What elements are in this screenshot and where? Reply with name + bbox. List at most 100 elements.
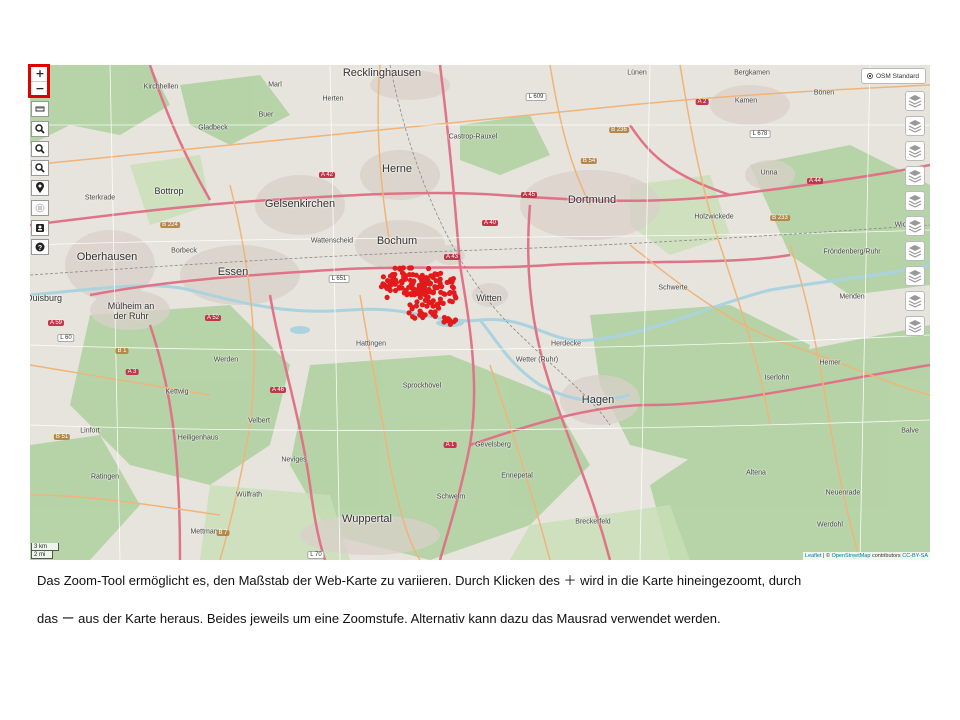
data-point-marker[interactable] [426,265,432,272]
data-point-marker[interactable] [422,312,428,318]
layers-icon [908,145,922,158]
layer-toggle-button[interactable] [905,116,925,136]
data-point-marker[interactable] [452,293,458,299]
data-point-marker[interactable] [440,300,446,306]
data-point-marker[interactable] [428,300,434,306]
road-shield: B 51 [53,434,71,440]
layer-toggle-button[interactable] [905,91,925,111]
data-point-marker[interactable] [392,281,398,287]
data-point-marker[interactable] [413,303,419,309]
data-point-marker[interactable] [403,287,409,293]
data-point-marker[interactable] [432,309,438,315]
zoom-search-button[interactable] [31,141,49,157]
data-point-marker[interactable] [441,319,447,325]
radio-selected[interactable] [867,73,873,79]
data-point-marker[interactable] [408,291,414,297]
data-point-marker[interactable] [442,291,448,297]
layer-toggle-button[interactable] [905,266,925,286]
ruler-button[interactable] [31,101,49,117]
data-point-marker[interactable] [438,270,444,276]
help-button[interactable]: ? [31,239,49,255]
road-shield: L 609 [525,93,547,101]
city-label: Gevelsberg [475,441,511,449]
zoom-in-button[interactable]: + [31,67,49,82]
data-point-marker[interactable] [445,316,451,322]
city-label: Werden [213,356,239,364]
data-point-marker[interactable] [407,277,414,283]
city-label: Sterkrade [84,194,116,202]
layer-toggle-button[interactable] [905,316,925,336]
layer-option-label: OSM Standard [876,72,919,80]
data-point-marker[interactable] [380,274,386,280]
print-button[interactable] [31,200,49,216]
layer-toggle-button[interactable] [905,141,925,161]
data-point-marker[interactable] [419,285,425,291]
data-point-marker[interactable] [407,265,413,271]
data-point-marker[interactable] [451,319,457,325]
zoom-search-icon [35,144,45,154]
city-label: Hagen [581,394,615,406]
data-point-marker[interactable] [417,308,423,314]
layers-icon [908,120,922,133]
data-point-marker[interactable] [427,280,434,286]
data-point-marker[interactable] [401,274,407,280]
data-point-marker[interactable] [430,274,436,280]
help-icon: ? [35,242,45,252]
layers-icon [908,270,922,283]
data-point-marker[interactable] [392,265,398,271]
layer-toggle-button[interactable] [905,216,925,236]
data-point-marker[interactable] [429,289,435,295]
search-button[interactable] [31,160,49,176]
road-shield: L 70 [307,551,325,559]
data-point-marker[interactable] [434,284,441,291]
layer-toggle-button[interactable] [905,166,925,186]
data-point-marker[interactable] [384,294,390,300]
data-point-marker[interactable] [410,272,416,278]
city-label: Wattenscheid [310,237,354,245]
zoom-box-icon [35,124,45,134]
data-point-marker[interactable] [447,289,453,296]
city-label: Bergkamen [734,69,770,77]
data-point-marker[interactable] [384,285,390,291]
city-label: Kettwig [165,388,189,396]
leaflet-link[interactable]: Leaflet [805,553,822,559]
data-point-marker[interactable] [408,282,414,288]
city-label: Bottrop [154,186,184,196]
data-point-marker[interactable] [392,287,399,294]
zoom-out-button[interactable]: − [31,82,49,96]
attribution-separator: | © [821,553,832,559]
data-point-marker[interactable] [437,276,443,282]
osm-link[interactable]: OpenStreetMap [832,553,871,559]
layer-toggle-button[interactable] [905,191,925,211]
web-map[interactable]: Recklinghausen Herne Gelsenkirchen Bochu… [30,65,930,560]
data-point-marker[interactable] [449,284,455,290]
city-label: Wuppertal [342,513,392,525]
data-point-marker[interactable] [422,297,428,303]
zoom-box-button[interactable] [31,121,49,137]
profile-button[interactable] [31,220,49,236]
data-point-marker[interactable] [400,265,406,271]
data-point-marker[interactable] [399,280,405,286]
layers-icon [908,245,922,258]
data-point-marker[interactable] [417,275,423,281]
city-label: Neuenrade [825,489,861,497]
data-point-marker[interactable] [412,315,418,321]
city-label: Wetter (Ruhr) [515,356,559,364]
city-label: Bochum [376,235,418,247]
data-point-marker[interactable] [389,272,396,278]
city-label: Gelsenkirchen [264,198,336,210]
data-point-marker[interactable] [447,298,453,304]
data-point-marker[interactable] [414,291,420,297]
ruler-icon [35,106,45,112]
layer-selector[interactable]: OSM Standard [861,68,926,84]
license-link[interactable]: CC-BY-SA [902,553,928,559]
city-label: Essen [217,266,249,278]
layer-toggle-button[interactable] [905,241,925,261]
locate-button[interactable] [31,180,49,196]
data-point-marker[interactable] [450,276,456,282]
data-point-marker[interactable] [406,310,412,316]
data-point-marker[interactable] [419,302,425,308]
city-label: Iserlohn [764,374,790,382]
layer-toggle-button[interactable] [905,291,925,311]
city-label: Holzwickede [694,213,734,221]
